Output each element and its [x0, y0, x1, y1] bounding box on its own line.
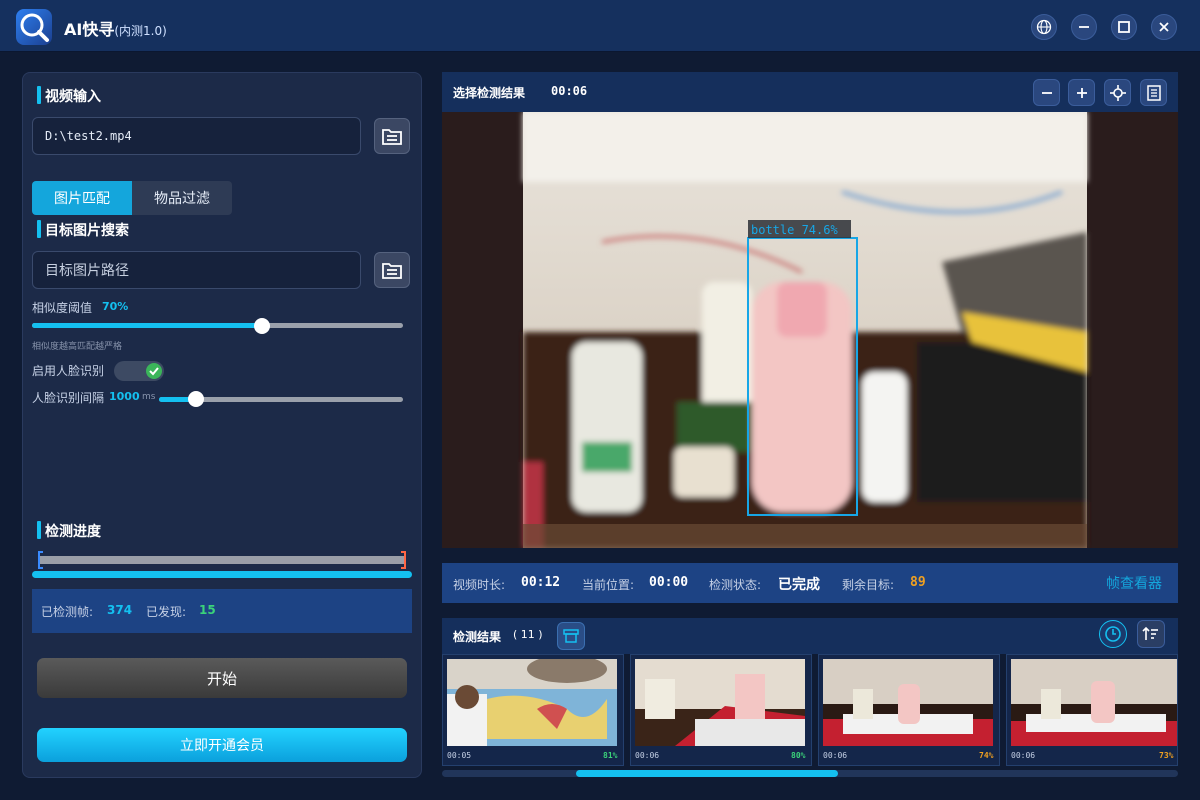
face-interval-slider-handle[interactable] [188, 391, 204, 407]
sort-by-time-button[interactable] [1099, 620, 1127, 648]
vip-button[interactable]: 立即开通会员 [37, 728, 407, 762]
detection-progress-fill [32, 571, 412, 578]
result-card[interactable]: 00:06 80% [630, 654, 812, 766]
threshold-hint: 相似度越高匹配越严格 [32, 342, 123, 352]
face-recognition-label: 启用人脸识别 [32, 364, 105, 378]
threshold-label: 相似度阈值 [32, 301, 93, 315]
remaining-value: 89 [910, 575, 926, 590]
position-value: 00:00 [649, 575, 689, 590]
target-search-heading: 目标图片搜索 [37, 220, 129, 240]
detected-frames-label: 已检测帧: [41, 605, 94, 619]
result-time: 00:05 [447, 751, 472, 760]
maximize-icon[interactable] [1111, 14, 1137, 40]
zoom-in-button[interactable] [1068, 79, 1095, 106]
minimize-icon[interactable] [1071, 14, 1097, 40]
result-score: 81% [603, 751, 618, 760]
fit-view-button[interactable] [1104, 79, 1131, 106]
sort-icon [1142, 626, 1158, 640]
viewer-title: 选择检测结果 [453, 86, 526, 100]
result-card[interactable]: 00:06 73% [1006, 654, 1178, 766]
results-count: ( 11 ) [513, 628, 543, 641]
face-interval-value: 1000 [109, 390, 140, 403]
result-time: 00:06 [635, 751, 660, 760]
frame-viewer-link[interactable]: 帧查看器 [1106, 573, 1162, 593]
duration-value: 00:12 [521, 575, 561, 590]
zoom-out-button[interactable] [1033, 79, 1060, 106]
sort-by-score-button[interactable] [1137, 620, 1165, 648]
browse-video-button[interactable] [374, 118, 410, 154]
result-score: 74% [979, 751, 994, 760]
found-value: 15 [199, 603, 216, 617]
document-icon [1146, 84, 1161, 101]
result-thumbnail [823, 659, 993, 746]
progress-heading: 检测进度 [37, 521, 101, 541]
face-interval-unit: ms [142, 392, 156, 402]
clock-icon [1105, 626, 1121, 642]
video-path-field[interactable]: D:\test2.mp4 [32, 117, 361, 155]
app-title: AI快寻(内测1.0) [64, 20, 167, 39]
archive-icon [563, 629, 579, 643]
state-value: 已完成 [778, 577, 820, 593]
app-subtitle: (内测1.0) [114, 24, 167, 38]
detected-frames-value: 374 [107, 603, 133, 617]
browse-image-button[interactable] [374, 252, 410, 288]
results-title: 检测结果 [453, 630, 502, 644]
remaining-label: 剩余目标: [842, 578, 895, 592]
app-logo [16, 9, 52, 45]
close-icon[interactable] [1151, 14, 1177, 40]
target-image-path-input[interactable]: 目标图片路径 [32, 251, 361, 289]
state-label: 检测状态: [709, 578, 762, 592]
result-thumbnail [447, 659, 617, 746]
results-scrollbar[interactable] [442, 770, 1178, 777]
detection-progress-bar [32, 571, 412, 578]
result-card[interactable]: 00:05 81% [442, 654, 624, 766]
result-thumbnail [635, 659, 805, 746]
result-card[interactable]: 00:06 74% [818, 654, 1000, 766]
check-icon [146, 363, 162, 379]
face-interval-label: 人脸识别间隔 [32, 391, 105, 405]
results-header [442, 618, 1178, 654]
viewer-time: 00:06 [551, 84, 588, 98]
tab-image-match[interactable]: 图片匹配 [32, 181, 132, 215]
title-bar [0, 0, 1200, 52]
result-thumbnail [1011, 659, 1177, 746]
tab-object-filter[interactable]: 物品过滤 [132, 181, 232, 215]
threshold-slider-fill [32, 323, 262, 328]
video-frame-viewer[interactable]: bottle 74.6% [442, 112, 1178, 548]
folder-icon [382, 263, 402, 279]
range-start-handle[interactable] [38, 551, 43, 569]
duration-label: 视频时长: [453, 578, 506, 592]
video-frame-image: bottle 74.6% [523, 112, 1087, 548]
plus-icon [1076, 87, 1087, 98]
found-label: 已发现: [146, 605, 187, 619]
detection-label: bottle 74.6% [751, 223, 838, 237]
video-input-heading: 视频输入 [37, 86, 101, 106]
face-recognition-toggle[interactable] [114, 361, 164, 381]
folder-icon [382, 129, 402, 145]
result-score: 73% [1159, 751, 1174, 760]
crosshair-icon [1109, 84, 1126, 101]
position-label: 当前位置: [582, 578, 635, 592]
clear-results-button[interactable] [557, 622, 585, 650]
threshold-value: 70% [102, 300, 129, 313]
results-scrollbar-thumb[interactable] [576, 770, 838, 777]
result-time: 00:06 [823, 751, 848, 760]
result-time: 00:06 [1011, 751, 1036, 760]
minus-icon [1041, 91, 1052, 94]
result-score: 80% [791, 751, 806, 760]
start-button[interactable]: 开始 [37, 658, 407, 698]
range-end-handle[interactable] [401, 551, 406, 569]
progress-range-track[interactable] [38, 556, 406, 564]
globe-icon[interactable] [1031, 14, 1057, 40]
details-button[interactable] [1140, 79, 1167, 106]
threshold-slider-handle[interactable] [254, 318, 270, 334]
search-icon [20, 13, 49, 42]
